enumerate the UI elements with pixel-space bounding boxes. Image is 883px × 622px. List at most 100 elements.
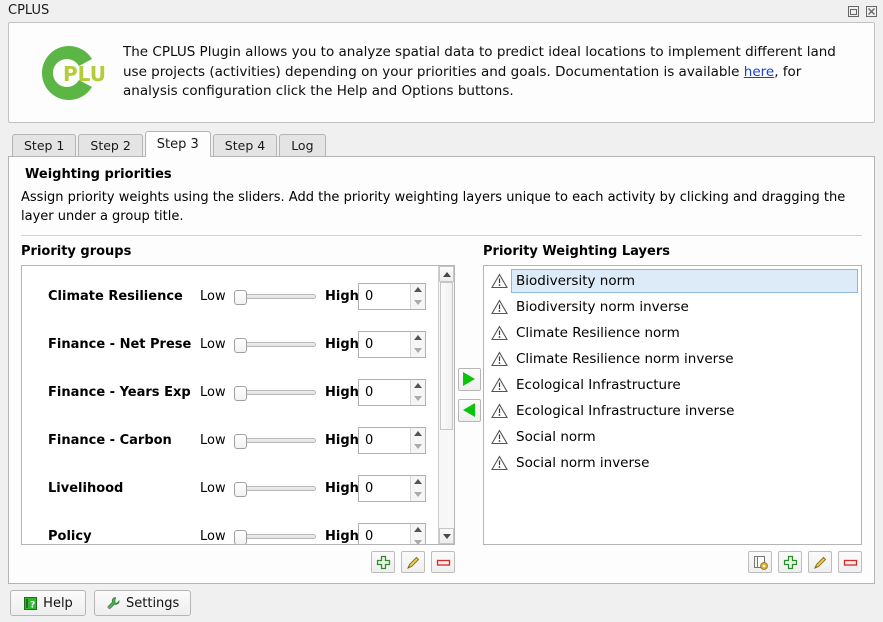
play-left-icon (463, 403, 475, 417)
priority-groups-list[interactable]: Climate Resilience Low High 0 Finance - … (21, 265, 455, 545)
tab-step-1[interactable]: Step 1 (12, 134, 77, 156)
scrollbar-track[interactable] (439, 282, 454, 528)
spinbox-up-button[interactable] (411, 332, 425, 345)
intro-text-part-1: The CPLUS Plugin allows you to analyze s… (123, 44, 836, 80)
help-button[interactable]: ? Help (10, 590, 86, 616)
priority-layers-column: Priority Weighting Layers Biodiversity n… (483, 244, 862, 575)
move-layer-right-button[interactable] (457, 367, 481, 391)
priority-group-spinbox[interactable]: 0 (358, 330, 426, 358)
priority-group-row[interactable]: Finance - Net Prese Low High 0 (22, 320, 438, 368)
spinbox-up-button[interactable] (411, 428, 425, 441)
spinbox-up-button[interactable] (411, 476, 425, 489)
tab-log[interactable]: Log (279, 134, 326, 156)
priority-group-slider[interactable] (234, 527, 316, 544)
priority-groups-scrollbar[interactable] (438, 266, 454, 544)
intro-banner: PLUS The CPLUS Plugin allows you to anal… (8, 22, 875, 123)
add-priority-group-button[interactable] (371, 551, 395, 573)
edit-priority-layer-button[interactable] (808, 551, 832, 573)
spinbox-down-button[interactable] (411, 488, 425, 501)
priority-group-spinbox[interactable]: 0 (358, 522, 426, 544)
slider-handle[interactable] (234, 290, 247, 305)
spinbox-arrows[interactable] (410, 379, 425, 405)
list-item[interactable]: Biodiversity norm (485, 268, 860, 294)
chevron-up-icon (414, 383, 422, 389)
close-window-button[interactable] (864, 4, 879, 19)
remove-priority-group-button[interactable] (431, 551, 455, 573)
priority-groups-scrollarea: Climate Resilience Low High 0 Finance - … (22, 266, 438, 544)
tab-step-4[interactable]: Step 4 (212, 134, 278, 156)
documentation-link[interactable]: here (744, 64, 774, 80)
priority-group-name: Climate Resilience (48, 288, 183, 304)
add-priority-layer-button[interactable] (778, 551, 802, 573)
priority-group-spinbox[interactable]: 0 (358, 282, 426, 310)
priority-group-row[interactable]: Finance - Carbon Low High 0 (22, 416, 438, 464)
priority-group-slider[interactable] (234, 479, 316, 497)
restore-window-button[interactable] (846, 4, 861, 19)
list-item[interactable]: Biodiversity norm inverse (485, 294, 860, 320)
priority-group-spinbox[interactable]: 0 (358, 426, 426, 454)
spinbox-down-button[interactable] (411, 296, 425, 309)
spinbox-up-button[interactable] (411, 524, 425, 537)
spinbox-down-button[interactable] (411, 440, 425, 453)
priority-group-row[interactable]: Policy Low High 0 (22, 512, 438, 544)
list-item[interactable]: Social norm inverse (485, 450, 860, 476)
priority-layer-label: Ecological Infrastructure inverse (516, 403, 735, 419)
priority-groups-column: Priority groups Climate Resilience Low H… (21, 244, 455, 575)
spinbox-up-button[interactable] (411, 380, 425, 393)
spinbox-down-button[interactable] (411, 392, 425, 405)
priority-group-slider[interactable] (234, 383, 316, 401)
list-item[interactable]: Climate Resilience norm (485, 320, 860, 346)
slider-handle[interactable] (234, 530, 247, 544)
slider-groove (242, 342, 316, 347)
scrollbar-thumb[interactable] (440, 282, 453, 430)
slider-handle[interactable] (234, 482, 247, 497)
help-button-label: Help (43, 595, 73, 611)
warning-icon (487, 273, 511, 289)
step-3-panel: Weighting priorities Assign priority wei… (8, 156, 875, 584)
priority-group-spinbox[interactable]: 0 (358, 474, 426, 502)
spinbox-up-button[interactable] (411, 284, 425, 297)
spinbox-arrows[interactable] (410, 283, 425, 309)
wrench-icon (107, 596, 120, 609)
tab-step-2[interactable]: Step 2 (78, 134, 143, 156)
tab-step-3[interactable]: Step 3 (144, 131, 211, 157)
spinbox-arrows[interactable] (410, 331, 425, 357)
slider-handle[interactable] (234, 434, 247, 449)
settings-button[interactable]: Settings (94, 590, 192, 616)
spinbox-arrows[interactable] (410, 427, 425, 453)
spinbox-arrows[interactable] (410, 475, 425, 501)
slider-handle[interactable] (234, 338, 247, 353)
slider-low-label: Low (200, 288, 226, 304)
scroll-up-button[interactable] (439, 266, 454, 282)
layer-settings-icon (753, 555, 768, 570)
priority-group-slider[interactable] (234, 431, 316, 449)
priority-group-slider[interactable] (234, 335, 316, 353)
list-item[interactable]: Climate Resilience norm inverse (485, 346, 860, 372)
list-item[interactable]: Social norm (485, 424, 860, 450)
spinbox-down-button[interactable] (411, 344, 425, 357)
priority-group-row[interactable]: Finance - Years Exp Low High 0 (22, 368, 438, 416)
priority-group-row[interactable]: Climate Resilience Low High 0 (22, 272, 438, 320)
priority-group-spinbox[interactable]: 0 (358, 378, 426, 406)
slider-high-label: High (325, 336, 359, 352)
settings-button-label: Settings (126, 595, 180, 611)
slider-groove (242, 534, 316, 539)
panel-description: Assign priority weights using the slider… (21, 190, 846, 224)
move-layer-left-button[interactable] (457, 398, 481, 422)
edit-priority-group-button[interactable] (401, 551, 425, 573)
list-item[interactable]: Ecological Infrastructure (485, 372, 860, 398)
scroll-down-button[interactable] (439, 528, 454, 544)
priority-group-row[interactable]: Livelihood Low High 0 (22, 464, 438, 512)
svg-text:PLUS: PLUS (63, 62, 105, 86)
add-layer-from-source-button[interactable] (748, 551, 772, 573)
slider-handle[interactable] (234, 386, 247, 401)
list-item[interactable]: Ecological Infrastructure inverse (485, 398, 860, 424)
spinbox-down-button[interactable] (411, 536, 425, 544)
priority-layers-list[interactable]: Biodiversity norm Biodiversity norm inve… (483, 265, 862, 545)
svg-text:?: ? (30, 600, 35, 610)
remove-priority-layer-button[interactable] (838, 551, 862, 573)
spinbox-value: 0 (365, 336, 374, 352)
priority-group-slider[interactable] (234, 287, 316, 305)
priority-group-name: Finance - Carbon (48, 432, 172, 448)
spinbox-arrows[interactable] (410, 523, 425, 544)
